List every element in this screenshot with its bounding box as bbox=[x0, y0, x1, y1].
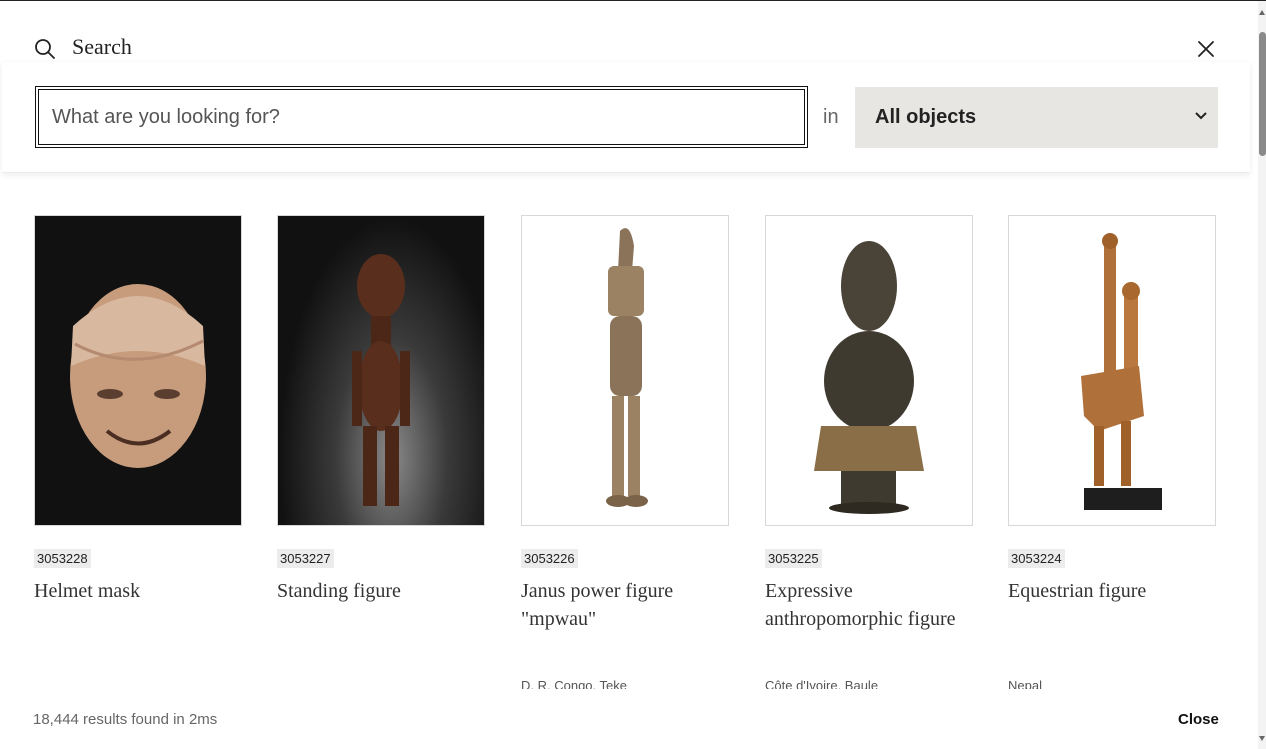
result-title: Equestrian figure bbox=[1008, 580, 1147, 602]
result-id: 3053228 bbox=[34, 549, 91, 568]
search-title: Search bbox=[72, 34, 132, 59]
result-title: Janus power figure "mpwau" bbox=[521, 580, 674, 630]
result-id: 3053226 bbox=[521, 549, 578, 568]
search-icon bbox=[35, 39, 55, 59]
result-title: Standing figure bbox=[277, 580, 401, 602]
results-grid: 3053228 Helmet mask 3053227 Standing fig… bbox=[0, 174, 1258, 689]
results-count: 18,444 results found in 2ms bbox=[33, 711, 218, 728]
result-origin: Côte d'Ivoire, Baule bbox=[765, 678, 879, 689]
result-card[interactable]: 3053226 Janus power figure "mpwau" D. R.… bbox=[521, 215, 729, 689]
search-input[interactable] bbox=[35, 86, 808, 148]
result-image bbox=[34, 215, 242, 526]
result-image bbox=[277, 215, 485, 526]
close-icon[interactable] bbox=[1196, 39, 1216, 59]
search-footer: 18,444 results found in 2ms Close bbox=[0, 689, 1258, 749]
result-card[interactable]: 3053225 Expressive anthropomorphic figur… bbox=[765, 215, 973, 689]
result-card[interactable]: 3053228 Helmet mask bbox=[34, 215, 242, 605]
scrollbar-thumb[interactable] bbox=[1259, 32, 1266, 156]
result-card[interactable]: 3053227 Standing figure bbox=[277, 215, 485, 605]
scroll-down-arrow-icon[interactable] bbox=[1259, 736, 1265, 741]
close-button[interactable]: Close bbox=[1178, 711, 1219, 728]
scroll-up-arrow-icon[interactable] bbox=[1259, 10, 1265, 15]
result-id: 3053225 bbox=[765, 549, 822, 568]
result-image bbox=[521, 215, 729, 526]
result-title: Expressive anthropomorphic figure bbox=[765, 580, 956, 630]
result-card[interactable]: 3053224 Equestrian figure Nepal bbox=[1008, 215, 1216, 689]
search-panel: in All objects bbox=[2, 62, 1250, 173]
chevron-down-icon bbox=[1195, 112, 1207, 120]
scope-in-label: in bbox=[823, 106, 839, 128]
result-id: 3053224 bbox=[1008, 549, 1065, 568]
result-origin: Nepal bbox=[1008, 678, 1042, 689]
result-id: 3053227 bbox=[277, 549, 334, 568]
result-title: Helmet mask bbox=[34, 580, 141, 602]
scope-select[interactable]: All objects bbox=[855, 87, 1218, 148]
scope-select-value: All objects bbox=[875, 106, 977, 128]
result-origin: D. R. Congo, Teke bbox=[521, 678, 627, 689]
search-header: Search bbox=[0, 0, 1258, 62]
result-image bbox=[765, 215, 973, 526]
result-image bbox=[1008, 215, 1216, 526]
